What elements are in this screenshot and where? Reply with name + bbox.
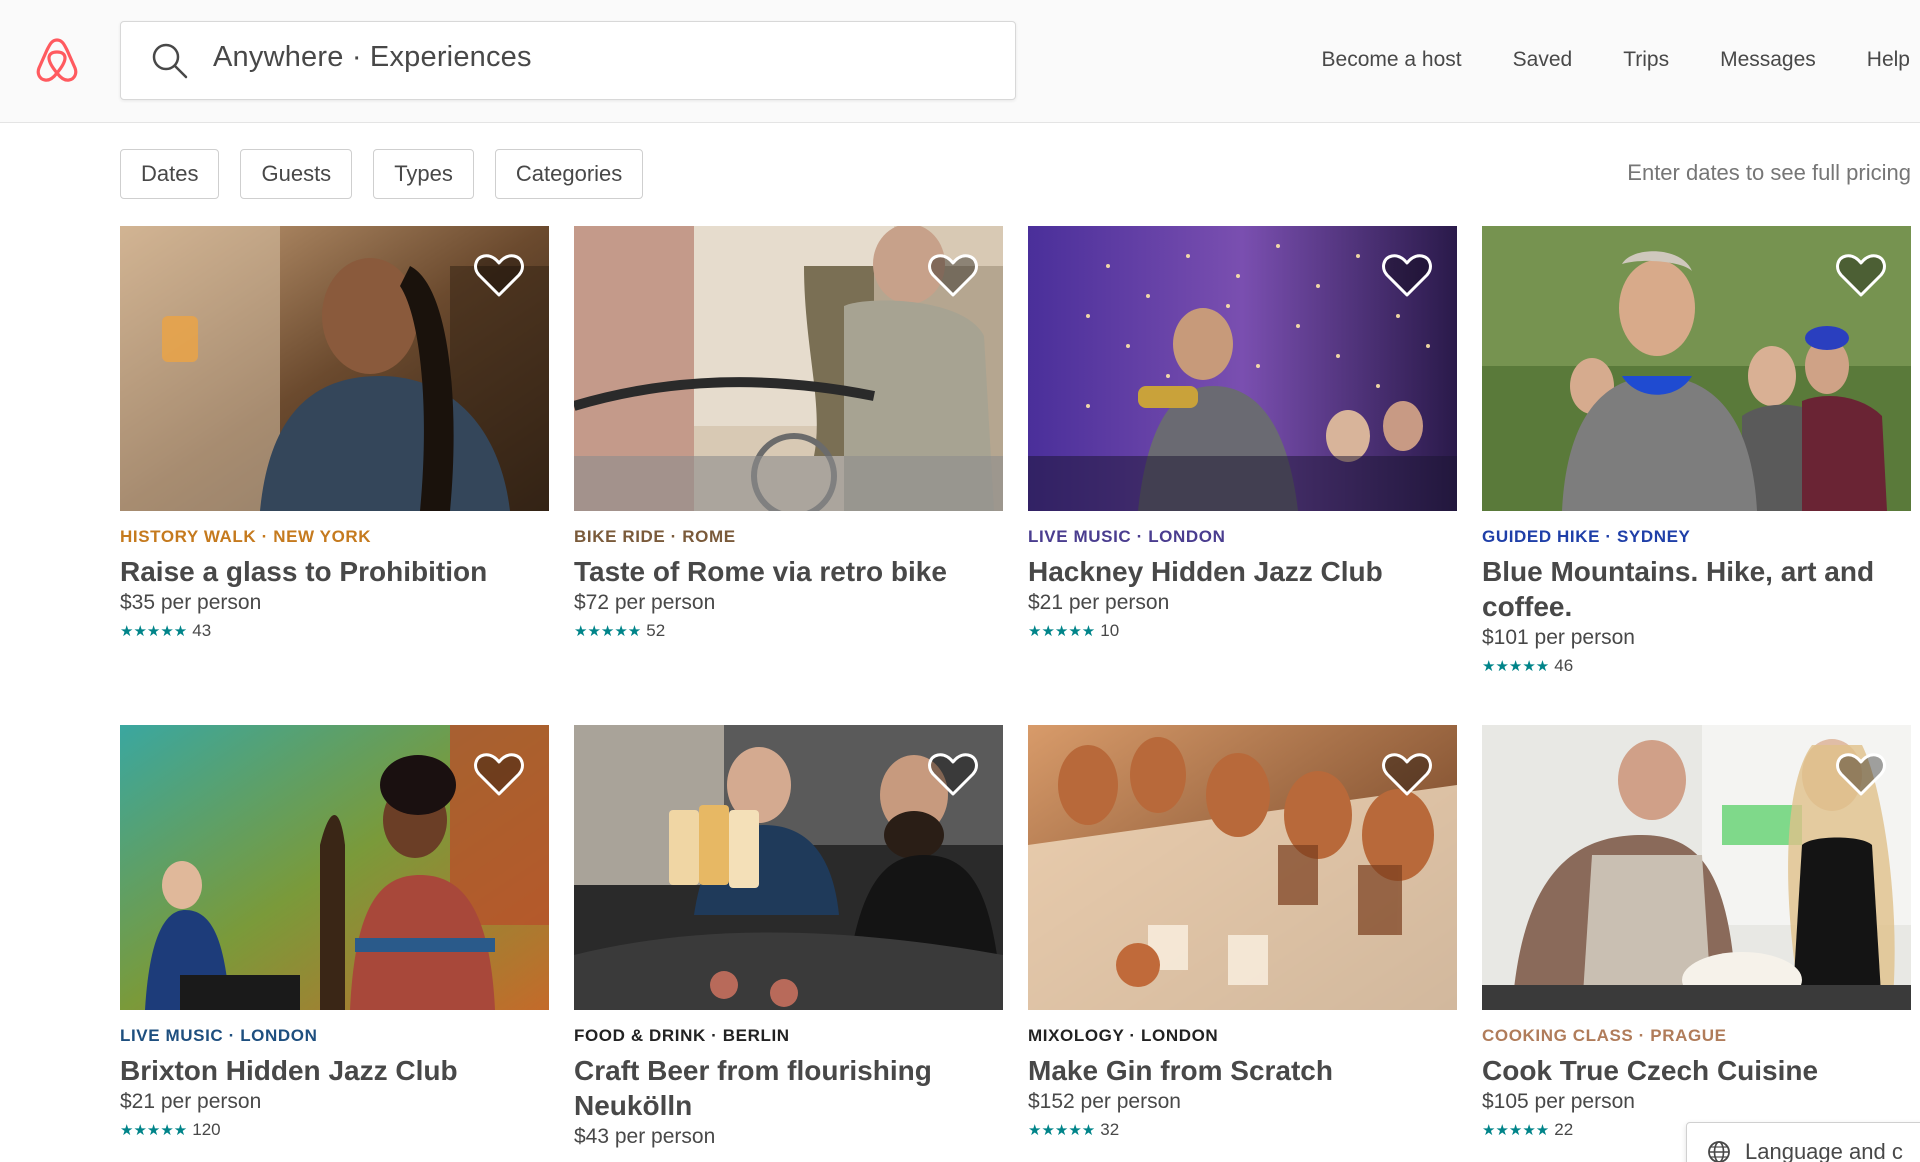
experience-category: MIXOLOGY · LONDON xyxy=(1028,1026,1219,1045)
categories-filter-button[interactable]: Categories xyxy=(494,149,644,199)
experience-category: LIVE MUSIC · LONDON xyxy=(1028,527,1226,546)
star-rating-icon: ★★★★★ xyxy=(120,1122,188,1139)
star-rating-icon: ★★★★★ xyxy=(1028,623,1096,640)
guests-filter-button[interactable]: Guests xyxy=(240,149,353,199)
heart-icon[interactable] xyxy=(927,751,979,797)
experience-photo[interactable] xyxy=(1028,226,1457,511)
experience-title[interactable]: Cook True Czech Cuisine xyxy=(1482,1053,1911,1088)
pricing-note: Enter dates to see full pricing xyxy=(1627,160,1911,185)
experience-rating: ★★★★★ 52 xyxy=(574,621,1003,641)
experience-title[interactable]: Taste of Rome via retro bike xyxy=(574,554,1003,589)
top-header: Anywhere · Experiences Become a host Sav… xyxy=(0,0,1920,123)
airbnb-logo-icon[interactable] xyxy=(33,34,81,86)
experience-price: $152 per person xyxy=(1028,1090,1181,1113)
review-count: 120 xyxy=(192,1120,221,1139)
experience-rating: ★★★★★ 10 xyxy=(1028,621,1457,641)
types-filter-button[interactable]: Types xyxy=(373,149,474,199)
nav-saved[interactable]: Saved xyxy=(1513,48,1573,72)
search-input[interactable]: Anywhere · Experiences xyxy=(120,21,1016,100)
review-count: 10 xyxy=(1100,621,1120,640)
globe-icon xyxy=(1708,1141,1730,1162)
experience-category: COOKING CLASS · PRAGUE xyxy=(1482,1026,1727,1045)
search-text: Anywhere · Experiences xyxy=(213,41,532,73)
heart-icon[interactable] xyxy=(1381,751,1433,797)
experience-title[interactable]: Blue Mountains. Hike, art and coffee. xyxy=(1482,554,1911,624)
experience-photo[interactable] xyxy=(120,226,549,511)
nav-trips[interactable]: Trips xyxy=(1623,48,1669,72)
language-button-label: Language and c xyxy=(1745,1139,1903,1162)
experience-photo[interactable] xyxy=(120,725,549,1010)
review-count: 52 xyxy=(646,621,666,640)
experience-category: LIVE MUSIC · LONDON xyxy=(120,1026,318,1045)
star-rating-icon: ★★★★★ xyxy=(1028,1122,1096,1139)
experience-rating: ★★★★★ 43 xyxy=(120,621,549,641)
star-rating-icon: ★★★★★ xyxy=(120,623,188,640)
experience-title[interactable]: Craft Beer from flourishing Neukölln xyxy=(574,1053,1003,1123)
star-rating-icon: ★★★★★ xyxy=(1482,1122,1550,1139)
nav-become-host[interactable]: Become a host xyxy=(1322,48,1462,72)
experience-price: $105 per person xyxy=(1482,1090,1635,1113)
experience-rating: ★★★★★ 46 xyxy=(1482,656,1911,676)
star-rating-icon: ★★★★★ xyxy=(1482,658,1550,675)
experience-photo[interactable] xyxy=(1482,226,1911,511)
experience-title[interactable]: Hackney Hidden Jazz Club xyxy=(1028,554,1457,589)
heart-icon[interactable] xyxy=(473,252,525,298)
heart-icon[interactable] xyxy=(1835,751,1887,797)
experience-photo[interactable] xyxy=(574,226,1003,511)
experience-category: HISTORY WALK · NEW YORK xyxy=(120,527,372,546)
review-count: 46 xyxy=(1554,656,1574,675)
nav-help[interactable]: Help xyxy=(1867,48,1910,72)
experience-title[interactable]: Make Gin from Scratch xyxy=(1028,1053,1457,1088)
experience-title[interactable]: Brixton Hidden Jazz Club xyxy=(120,1053,549,1088)
experience-price: $21 per person xyxy=(1028,591,1170,614)
experience-photo[interactable] xyxy=(1482,725,1911,1010)
review-count: 43 xyxy=(192,621,212,640)
dates-filter-button[interactable]: Dates xyxy=(120,149,220,199)
experience-rating: ★★★★★ 32 xyxy=(1028,1120,1457,1140)
nav-messages[interactable]: Messages xyxy=(1720,48,1816,72)
experience-category: GUIDED HIKE · SYDNEY xyxy=(1482,527,1691,546)
experience-rating: ★★★★★ 120 xyxy=(120,1120,549,1140)
review-count: 32 xyxy=(1100,1120,1120,1139)
filter-bar: Dates Guests Types Categories xyxy=(120,149,664,199)
language-button[interactable]: Language and c xyxy=(1686,1122,1920,1162)
heart-icon[interactable] xyxy=(1835,252,1887,298)
experience-photo[interactable] xyxy=(1028,725,1457,1010)
experience-category: BIKE RIDE · ROME xyxy=(574,527,736,546)
experience-price: $35 per person xyxy=(120,591,262,614)
heart-icon[interactable] xyxy=(927,252,979,298)
experience-price: $43 per person xyxy=(574,1125,716,1148)
heart-icon[interactable] xyxy=(473,751,525,797)
review-count: 22 xyxy=(1554,1120,1574,1139)
experience-photo[interactable] xyxy=(574,725,1003,1010)
experience-price: $21 per person xyxy=(120,1090,262,1113)
star-rating-icon: ★★★★★ xyxy=(574,623,642,640)
heart-icon[interactable] xyxy=(1381,252,1433,298)
experience-price: $101 per person xyxy=(1482,626,1635,649)
top-nav: Become a host Saved Trips Messages Help xyxy=(1322,48,1920,72)
search-icon xyxy=(152,43,188,79)
experience-category: FOOD & DRINK · BERLIN xyxy=(574,1026,790,1045)
experience-price: $72 per person xyxy=(574,591,716,614)
experience-title[interactable]: Raise a glass to Prohibition xyxy=(120,554,549,589)
